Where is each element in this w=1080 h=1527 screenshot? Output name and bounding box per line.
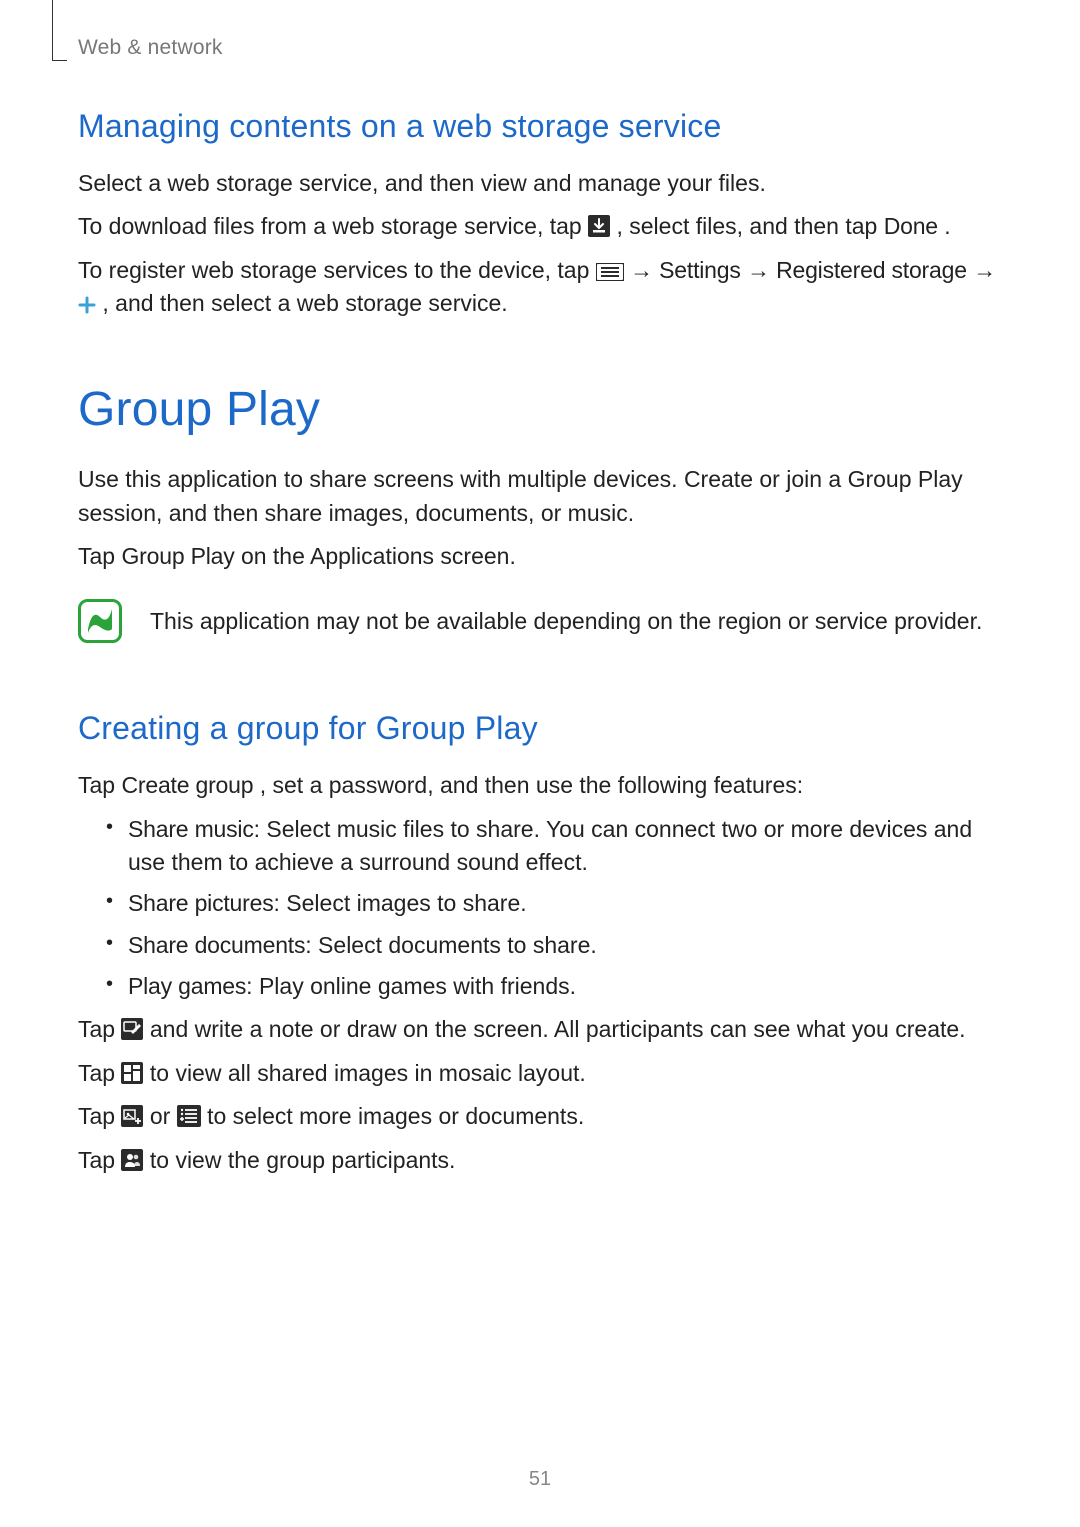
text-fragment: Tap <box>78 772 121 798</box>
heading-group-play: Group Play <box>78 382 1002 437</box>
feature-desc: : Select documents to share. <box>305 932 597 958</box>
list-item: Share documents: Select documents to sha… <box>106 929 1002 962</box>
section-breadcrumb: Web & network <box>78 36 1002 60</box>
page-number: 51 <box>0 1468 1080 1491</box>
add-image-icon <box>121 1105 143 1127</box>
feature-term: Share pictures <box>128 890 274 916</box>
feature-desc: : Play online games with friends. <box>246 973 576 999</box>
creating-line3: Tap or <box>78 1100 1002 1133</box>
text-fragment: To download files from a web storage ser… <box>78 213 588 239</box>
text-fragment: to view the group participants. <box>150 1147 456 1173</box>
plus-icon <box>78 296 96 314</box>
creating-line2: Tap to view all shared images in mosaic … <box>78 1057 1002 1090</box>
note-text: This application may not be available de… <box>150 599 982 638</box>
group-play-intro: Use this application to share screens wi… <box>78 463 1002 530</box>
managing-p1: Select a web storage service, and then v… <box>78 167 1002 200</box>
creating-p1: Tap Create group , set a password, and t… <box>78 769 1002 802</box>
text-fragment: To register web storage services to the … <box>78 257 596 283</box>
text-fragment: Tap <box>78 1103 121 1129</box>
arrow: → <box>630 257 659 283</box>
creating-line1: Tap and write a note or draw on the scre… <box>78 1013 1002 1046</box>
text-fragment: Tap <box>78 1147 121 1173</box>
text-fragment: , select files, and then tap <box>616 213 883 239</box>
heading-managing-contents: Managing contents on a web storage servi… <box>78 108 1002 145</box>
term-done: Done <box>884 213 938 239</box>
feature-term: Share music <box>128 816 254 842</box>
note-block: This application may not be available de… <box>78 599 1002 648</box>
text-fragment: , and then select a web storage service. <box>102 290 507 316</box>
participants-icon <box>121 1149 143 1171</box>
feature-desc: : Select music files to share. You can c… <box>128 816 972 875</box>
mosaic-icon <box>121 1062 143 1084</box>
managing-p2: To download files from a web storage ser… <box>78 210 1002 243</box>
text-fragment: on the Applications screen. <box>241 543 516 569</box>
heading-creating-group: Creating a group for Group Play <box>78 710 1002 747</box>
text-fragment: and write a note or draw on the screen. … <box>150 1016 966 1042</box>
text-fragment: Tap <box>78 1060 121 1086</box>
text-fragment: Tap <box>78 543 121 569</box>
text-fragment: Tap <box>78 1016 121 1042</box>
text-fragment: . <box>944 213 950 239</box>
crop-mark <box>52 0 67 61</box>
text-fragment: to select more images or documents. <box>207 1103 584 1129</box>
download-icon <box>588 215 610 237</box>
menu-icon <box>596 263 624 281</box>
text-fragment: or <box>150 1103 177 1129</box>
arrow: → <box>747 257 776 283</box>
term-create-group: Create group <box>121 772 253 798</box>
term-registered-storage: Registered storage <box>776 257 967 283</box>
add-document-icon <box>177 1105 201 1127</box>
group-play-tap-line: Tap Group Play on the Applications scree… <box>78 540 1002 573</box>
creating-line4: Tap to view the group participants. <box>78 1144 1002 1177</box>
list-item: Share pictures: Select images to share. <box>106 887 1002 920</box>
term-settings: Settings <box>659 257 741 283</box>
note-icon <box>78 599 122 648</box>
term-group-play: Group Play <box>121 543 234 569</box>
feature-desc: : Select images to share. <box>274 890 527 916</box>
pen-note-icon <box>121 1018 143 1040</box>
list-item: Play games: Play online games with frien… <box>106 970 1002 1003</box>
managing-p3: To register web storage services to the … <box>78 254 1002 321</box>
arrow: → <box>973 257 996 283</box>
feature-term: Play games <box>128 973 246 999</box>
list-item: Share music: Select music files to share… <box>106 813 1002 880</box>
text-fragment: to view all shared images in mosaic layo… <box>150 1060 586 1086</box>
feature-term: Share documents <box>128 932 305 958</box>
text-fragment: , set a password, and then use the follo… <box>260 772 803 798</box>
feature-list: Share music: Select music files to share… <box>78 813 1002 1004</box>
page: Web & network Managing contents on a web… <box>0 0 1080 1527</box>
